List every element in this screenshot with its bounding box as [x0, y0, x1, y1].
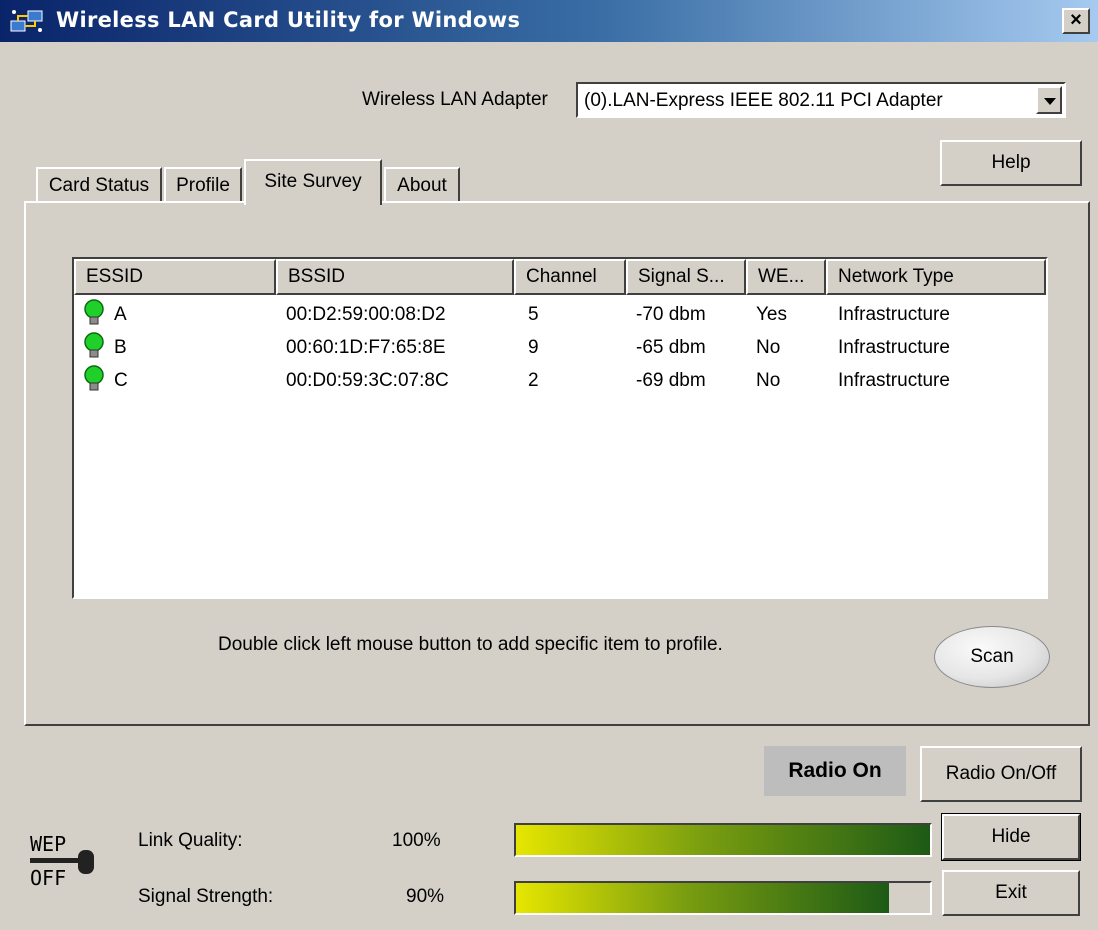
row-wep: No: [756, 337, 781, 358]
utility-window: Wireless LAN Card Utility for Windows × …: [0, 0, 1098, 930]
adapter-label: Wireless LAN Adapter: [362, 89, 548, 110]
wep-label: WEP: [30, 832, 67, 856]
signal-strength-bar: [514, 881, 932, 915]
row-signal: -69 dbm: [636, 370, 706, 391]
green-bulb-icon: [84, 365, 104, 391]
scan-button[interactable]: Scan: [934, 626, 1050, 688]
close-button[interactable]: ×: [1062, 8, 1090, 34]
wep-state: OFF: [30, 866, 67, 890]
dropdown-arrow-icon[interactable]: [1036, 86, 1062, 114]
row-signal: -65 dbm: [636, 337, 706, 358]
tab-site-survey[interactable]: Site Survey: [244, 159, 382, 205]
column-header-signal[interactable]: Signal S...: [626, 259, 746, 295]
row-essid: C: [114, 370, 128, 391]
row-essid: B: [114, 337, 127, 358]
link-quality-fill: [516, 825, 930, 855]
row-bssid: 00:D2:59:00:08:D2: [286, 304, 446, 325]
tab-profile[interactable]: Profile: [164, 167, 242, 203]
adapter-select-value: (0).LAN-Express IEEE 802.11 PCI Adapter: [584, 90, 943, 111]
link-quality-label: Link Quality:: [138, 830, 243, 851]
signal-strength-label: Signal Strength:: [138, 886, 274, 907]
radio-toggle-button[interactable]: Radio On/Off: [920, 746, 1082, 802]
row-wep: Yes: [756, 304, 787, 325]
site-survey-list[interactable]: ESSID BSSID Channel Signal S... WE... Ne…: [72, 257, 1048, 599]
adapter-select[interactable]: (0).LAN-Express IEEE 802.11 PCI Adapter: [576, 82, 1066, 118]
link-quality-value: 100%: [392, 830, 441, 851]
row-wep: No: [756, 370, 781, 391]
radio-status-label: Radio On: [764, 746, 906, 796]
column-header-network-type[interactable]: Network Type: [826, 259, 1046, 295]
column-header-bssid[interactable]: BSSID: [276, 259, 514, 295]
tab-card-status[interactable]: Card Status: [36, 167, 162, 203]
exit-button[interactable]: Exit: [942, 870, 1080, 916]
row-bssid: 00:60:1D:F7:65:8E: [286, 337, 446, 358]
column-header-channel[interactable]: Channel: [514, 259, 626, 295]
help-button[interactable]: Help: [940, 140, 1082, 186]
row-network-type: Infrastructure: [838, 370, 950, 391]
survey-hint: Double click left mouse button to add sp…: [218, 634, 723, 655]
row-bssid: 00:D0:59:3C:07:8C: [286, 370, 449, 391]
green-bulb-icon: [84, 332, 104, 358]
column-header-wep[interactable]: WE...: [746, 259, 826, 295]
green-bulb-icon: [84, 299, 104, 325]
row-channel: 5: [528, 304, 539, 325]
row-essid: A: [114, 304, 127, 325]
row-network-type: Infrastructure: [838, 337, 950, 358]
tab-about[interactable]: About: [384, 167, 460, 203]
column-header-essid[interactable]: ESSID: [74, 259, 276, 295]
network-app-icon: [10, 10, 43, 32]
row-channel: 9: [528, 337, 539, 358]
close-icon: ×: [1070, 9, 1082, 31]
signal-strength-fill: [516, 883, 889, 913]
row-network-type: Infrastructure: [838, 304, 950, 325]
row-signal: -70 dbm: [636, 304, 706, 325]
hide-button[interactable]: Hide: [941, 813, 1081, 861]
title-bar[interactable]: Wireless LAN Card Utility for Windows ×: [0, 0, 1098, 42]
link-quality-bar: [514, 823, 932, 857]
window-title: Wireless LAN Card Utility for Windows: [56, 8, 521, 32]
row-channel: 2: [528, 370, 539, 391]
signal-strength-value: 90%: [406, 886, 445, 907]
